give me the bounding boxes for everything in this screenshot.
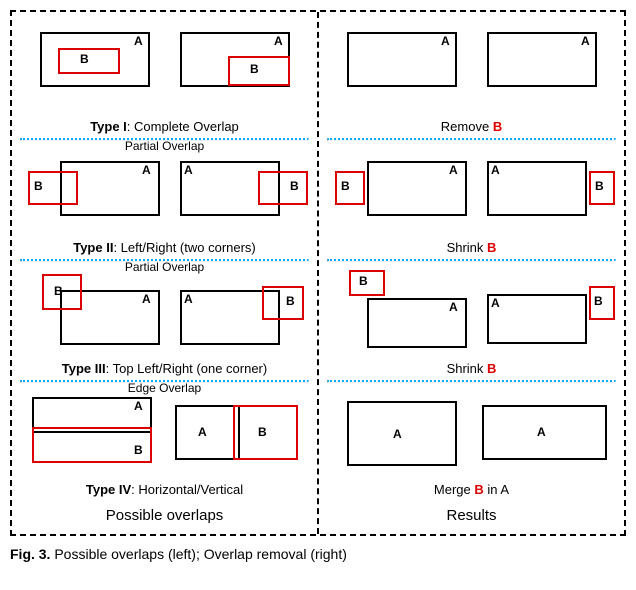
label-a: A (537, 425, 546, 439)
row-type4-left: Edge Overlap A B A B Type IV: Horizontal… (20, 383, 309, 501)
col-possible-overlaps: A B A B Type I: Complete Overlap Partial… (12, 12, 319, 534)
caption-rest: Possible overlaps (left); Overlap remova… (54, 546, 347, 562)
box-b (335, 171, 365, 205)
caption-prefix: Fig. 3. (10, 546, 54, 562)
type-prefix: Type III (62, 361, 106, 376)
result-action-post: in A (484, 482, 509, 497)
result-title: Remove B (327, 119, 616, 134)
row-title: Type IV: Horizontal/Vertical (20, 482, 309, 497)
row-type3-right: A B A B Shrink B (327, 262, 616, 380)
type-rest: : Horizontal/Vertical (131, 482, 243, 497)
box-b (228, 56, 290, 86)
label-a: A (441, 34, 450, 48)
label-b: B (250, 62, 259, 76)
label-a: A (393, 427, 402, 441)
type-rest: : Left/Right (two corners) (113, 240, 255, 255)
label-a: A (491, 296, 500, 310)
row-type1-left: A B A B Type I: Complete Overlap (20, 20, 309, 138)
label-b: B (286, 294, 295, 308)
label-a: A (184, 163, 193, 177)
label-a: A (134, 34, 143, 48)
row-type2-left: Partial Overlap A B A B Type II: Left/Ri… (20, 141, 309, 259)
result-action: Shrink (447, 240, 487, 255)
label-b: B (290, 179, 299, 193)
label-a: A (142, 163, 151, 177)
label-b: B (341, 179, 350, 193)
col-right-footer: Results (327, 501, 616, 532)
label-b: B (54, 284, 63, 298)
type-prefix: Type II (73, 240, 113, 255)
label-a: A (198, 425, 207, 439)
box-a (487, 294, 587, 344)
row-title: Type II: Left/Right (two corners) (20, 240, 309, 255)
type-prefix: Type I (90, 119, 127, 134)
label-a: A (449, 163, 458, 177)
row-subtitle: Partial Overlap (20, 260, 309, 274)
label-b: B (595, 179, 604, 193)
box-a (175, 405, 240, 460)
label-b: B (258, 425, 267, 439)
type-prefix: Type IV (86, 482, 131, 497)
row-subtitle: Partial Overlap (20, 139, 309, 153)
result-target: B (487, 240, 496, 255)
label-b: B (34, 179, 43, 193)
label-a: A (142, 292, 151, 306)
result-action: Remove (441, 119, 493, 134)
row-type3-left: Partial Overlap A B A B Type III: Top Le… (20, 262, 309, 380)
label-a: A (274, 34, 283, 48)
figure-caption: Fig. 3. Possible overlaps (left); Overla… (10, 546, 626, 562)
label-a: A (184, 292, 193, 306)
row-type1-right: A A Remove B (327, 20, 616, 138)
result-action-pre: Merge (434, 482, 474, 497)
row-subtitle: Edge Overlap (20, 381, 309, 395)
row-type4-right: A A Merge B in A (327, 383, 616, 501)
result-action: Shrink (447, 361, 487, 376)
box-a (347, 401, 457, 466)
row-title: Type I: Complete Overlap (20, 119, 309, 134)
label-b: B (134, 443, 143, 457)
result-title: Shrink B (327, 240, 616, 255)
box-a (487, 161, 587, 216)
col-left-footer: Possible overlaps (20, 501, 309, 532)
row-title: Type III: Top Left/Right (one corner) (20, 361, 309, 376)
label-b: B (359, 274, 368, 288)
box-b (258, 171, 308, 205)
type-rest: : Top Left/Right (one corner) (106, 361, 268, 376)
label-a: A (449, 300, 458, 314)
col-results: A A Remove B A B A B Shrink B A (319, 12, 624, 534)
result-title: Merge B in A (327, 482, 616, 497)
box-b (262, 286, 304, 320)
type-rest: : Complete Overlap (127, 119, 239, 134)
diagram-container: A B A B Type I: Complete Overlap Partial… (10, 10, 626, 536)
box-b (58, 48, 120, 74)
label-b: B (80, 52, 89, 66)
label-a: A (581, 34, 590, 48)
label-b: B (594, 294, 603, 308)
result-target: B (493, 119, 502, 134)
result-target: B (487, 361, 496, 376)
result-target: B (474, 482, 483, 497)
row-type2-right: A B A B Shrink B (327, 141, 616, 259)
result-title: Shrink B (327, 361, 616, 376)
label-a: A (491, 163, 500, 177)
label-a: A (134, 399, 143, 413)
